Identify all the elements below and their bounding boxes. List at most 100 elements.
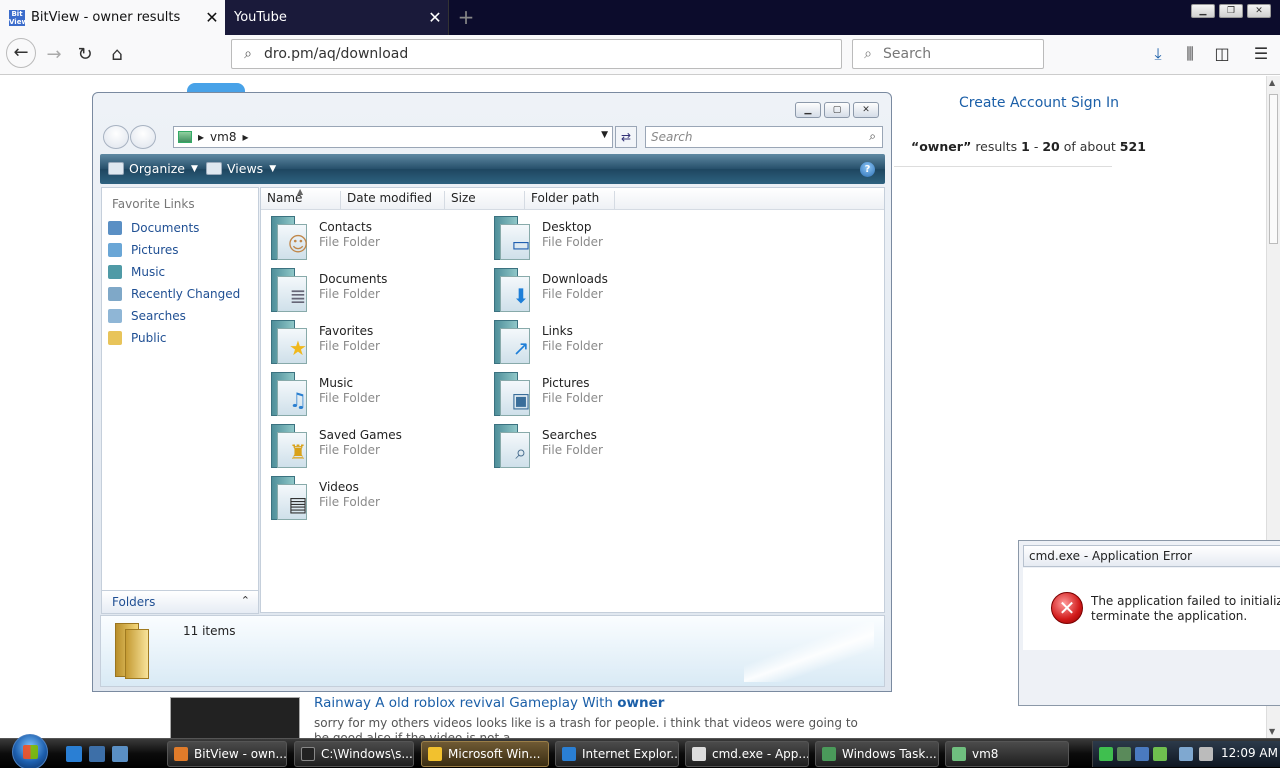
folder-item-desktop[interactable]: ▭ Desktop File Folder	[492, 214, 712, 264]
navigation-pane: Favorite Links Documents Pictures Music …	[101, 187, 259, 613]
column-date-modified[interactable]: Date modified	[341, 191, 445, 209]
update-icon[interactable]	[1153, 747, 1167, 761]
home-icon[interactable]: ⌂	[103, 41, 131, 69]
search-placeholder: Search	[883, 46, 932, 62]
documents-icon: ≣	[269, 268, 313, 314]
tab-youtube[interactable]: YouTube ✕	[225, 0, 449, 35]
documents-icon	[108, 221, 122, 235]
scroll-up-icon[interactable]: ▲	[1269, 78, 1275, 87]
column-header: Name ▲ Date modified Size Folder path	[261, 188, 884, 210]
folder-item-contacts[interactable]: ☺ Contacts File Folder	[269, 214, 489, 264]
column-name[interactable]: Name ▲	[261, 188, 341, 209]
battery-icon[interactable]	[1099, 747, 1113, 761]
favorite-link-label: Documents	[131, 221, 200, 235]
breadcrumb-vm8[interactable]: vm8	[210, 130, 236, 144]
close-window-icon[interactable]: ✕	[853, 102, 879, 118]
forward-arrow-icon[interactable]: →	[40, 41, 68, 69]
task-label: C:\Windows\s...	[321, 747, 413, 761]
clock[interactable]: 12:09 AM	[1221, 746, 1278, 760]
switch-windows-icon[interactable]	[112, 746, 128, 762]
error-icon: ✕	[1051, 592, 1083, 624]
task-button-cmd-error[interactable]: cmd.exe - App...	[685, 741, 809, 767]
back-arrow-icon[interactable]	[103, 125, 129, 149]
sign-in-link[interactable]: Sign In	[1071, 95, 1119, 111]
folder-item-videos[interactable]: ▤ Videos File Folder	[269, 474, 489, 524]
maximize-icon[interactable]: ▢	[824, 102, 850, 118]
forward-arrow-icon[interactable]	[130, 125, 156, 149]
searches-icon	[108, 309, 122, 323]
search-input[interactable]: Search ⌕	[645, 126, 883, 148]
restore-icon[interactable]: ❐	[1219, 4, 1243, 18]
error-dialog-body: ✕ The application failed to initialize p…	[1023, 568, 1280, 650]
column-size[interactable]: Size	[445, 191, 525, 209]
refresh-icon[interactable]: ⇄	[615, 126, 637, 148]
error-dialog-title[interactable]: cmd.exe - Application Error	[1023, 545, 1280, 567]
breadcrumb-separator-icon[interactable]: ▸	[242, 130, 248, 144]
task-button-microsoft-windows[interactable]: Microsoft Win...	[421, 741, 549, 767]
folder-item-downloads[interactable]: ⬇ Downloads File Folder	[492, 266, 712, 316]
scrollbar-thumb[interactable]	[1269, 94, 1278, 244]
start-button[interactable]	[12, 734, 48, 768]
scroll-down-icon[interactable]: ▼	[1269, 727, 1275, 736]
search-placeholder: Search	[651, 130, 693, 144]
task-label: vm8	[972, 747, 999, 761]
organize-button[interactable]: Organize ▼	[108, 161, 198, 176]
sidebar-icon[interactable]: ◫	[1210, 43, 1234, 65]
search-input[interactable]: ⌕ Search	[852, 39, 1044, 69]
new-tab-button[interactable]: +	[455, 5, 477, 29]
favorite-links-header: Favorite Links	[112, 197, 195, 211]
security-icon[interactable]	[1135, 747, 1149, 761]
video-title-link[interactable]: Rainway A old roblox revival Gameplay Wi…	[314, 695, 664, 711]
show-desktop-icon[interactable]	[89, 746, 105, 762]
favorite-link-music[interactable]: Music	[108, 265, 165, 279]
task-button-bitview[interactable]: BitView - own...	[167, 741, 287, 767]
chevron-down-icon[interactable]: ▼	[601, 130, 608, 140]
folder-item-saved-games[interactable]: ♜ Saved Games File Folder	[269, 422, 489, 472]
minimize-icon[interactable]: ▁	[1191, 4, 1215, 18]
folder-item-pictures[interactable]: ▣ Pictures File Folder	[492, 370, 712, 420]
favorite-link-public[interactable]: Public	[108, 331, 167, 345]
folder-item-documents[interactable]: ≣ Documents File Folder	[269, 266, 489, 316]
folder-item-music[interactable]: ♫ Music File Folder	[269, 370, 489, 420]
favorite-link-recently-changed[interactable]: Recently Changed	[108, 287, 240, 301]
search-icon[interactable]: ⌕	[869, 129, 876, 144]
url-bar[interactable]: ⌕ dro.pm/aq/download	[231, 39, 842, 69]
internet-explorer-icon[interactable]	[66, 746, 82, 762]
video-thumbnail[interactable]	[170, 697, 300, 738]
favorite-link-pictures[interactable]: Pictures	[108, 243, 179, 257]
create-account-link[interactable]: Create Account	[959, 95, 1067, 111]
network-sharing-icon[interactable]	[1117, 747, 1131, 761]
browser-tab-strip: Bit View BitView - owner results ✕ YouTu…	[0, 0, 1280, 35]
folder-item-links[interactable]: ↗ Links File Folder	[492, 318, 712, 368]
folder-item-searches[interactable]: ⌕ Searches File Folder	[492, 422, 712, 472]
downloads-icon[interactable]: ⤓	[1146, 43, 1170, 65]
volume-muted-icon[interactable]	[1199, 747, 1213, 761]
task-button-vm8[interactable]: vm8	[945, 741, 1069, 767]
favorite-link-documents[interactable]: Documents	[108, 221, 199, 235]
favorite-link-searches[interactable]: Searches	[108, 309, 186, 323]
search-icon: ⌕	[244, 46, 252, 62]
column-folder-path[interactable]: Folder path	[525, 191, 615, 209]
task-button-internet-explorer[interactable]: Internet Explor...	[555, 741, 679, 767]
task-button-task-manager[interactable]: Windows Task...	[815, 741, 939, 767]
file-list: Name ▲ Date modified Size Folder path ☺ C…	[260, 187, 885, 613]
close-window-icon[interactable]: ✕	[1247, 4, 1271, 18]
favorite-link-label: Music	[131, 265, 166, 279]
minimize-icon[interactable]: ▁	[795, 102, 821, 118]
back-arrow-icon[interactable]: ←	[6, 38, 36, 68]
tab-bitview[interactable]: Bit View BitView - owner results ✕	[0, 0, 225, 35]
network-icon[interactable]	[1179, 747, 1193, 761]
views-button[interactable]: Views ▼	[206, 161, 276, 176]
close-tab-icon[interactable]: ✕	[199, 8, 225, 27]
menu-icon[interactable]: ☰	[1249, 43, 1273, 65]
close-tab-icon[interactable]: ✕	[422, 8, 448, 27]
folders-toggle[interactable]: Folders ⌃	[101, 590, 259, 614]
reload-icon[interactable]: ↻	[71, 41, 99, 69]
folder-item-favorites[interactable]: ★ Favorites File Folder	[269, 318, 489, 368]
task-button-cmd-window[interactable]: C:\Windows\s...	[294, 741, 414, 767]
video-description: sorry for my others videos looks like is…	[314, 716, 858, 738]
address-bar[interactable]: ▸ vm8 ▸ ▼	[173, 126, 613, 148]
contacts-icon: ☺	[269, 216, 313, 262]
help-icon[interactable]: ?	[860, 162, 875, 177]
library-icon[interactable]: ⫼	[1178, 43, 1202, 65]
